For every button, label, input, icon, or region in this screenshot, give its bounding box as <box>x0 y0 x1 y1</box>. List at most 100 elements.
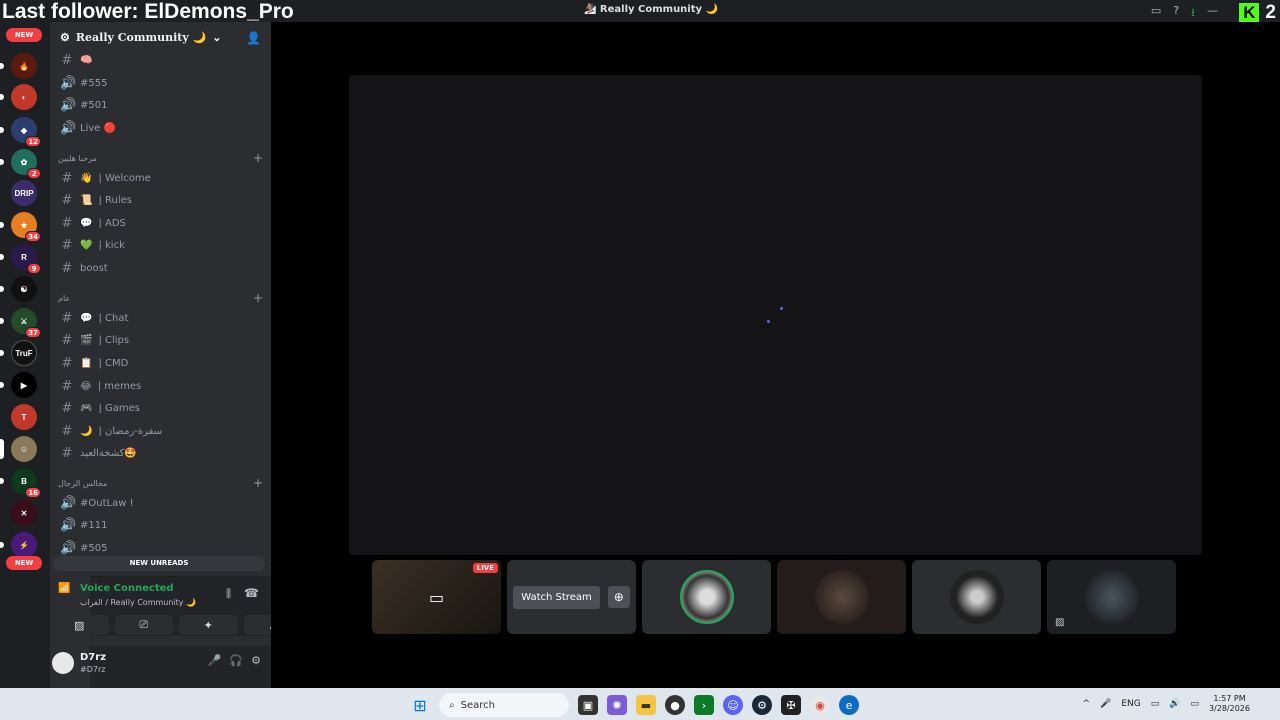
channel-item[interactable]: 🔊 #OutLaw ! <box>58 493 263 513</box>
participant-tile[interactable] <box>777 560 906 634</box>
language-indicator[interactable]: ENG <box>1121 699 1140 709</box>
unread-badge: 34 <box>25 231 41 242</box>
disconnect-icon[interactable]: ☎ <box>244 586 259 600</box>
add-channel-icon[interactable]: + <box>253 152 263 164</box>
chrome-icon[interactable]: ◉ <box>810 695 830 715</box>
microphone-icon[interactable]: 🎤 <box>1100 699 1111 709</box>
guild-avatar: DRIP <box>11 180 37 206</box>
channel-item[interactable]: # boost <box>58 258 263 278</box>
category-header[interactable]: مجالس الرجال + <box>58 477 263 489</box>
activities-button[interactable]: ✦ <box>179 615 238 635</box>
channel-item[interactable]: # 👋 | Welcome <box>58 168 263 188</box>
new-pill-top[interactable]: NEW <box>6 28 42 42</box>
guild-2[interactable]: ◐ <box>0 84 37 110</box>
channel-item[interactable]: 🔊 Live 🔴 <box>58 118 263 138</box>
guild-15[interactable]: ✕ <box>11 500 37 526</box>
channel-item[interactable]: 🔊 #505 <box>58 538 263 558</box>
channel-item[interactable]: # 💬 | ADS <box>58 213 263 233</box>
voice-channel-icon: 🔊 <box>60 120 77 136</box>
channel-item[interactable]: # 📜 | Rules <box>58 190 263 210</box>
channel-label: | سفرة-رمضان <box>98 425 163 437</box>
channel-item[interactable]: # 💬 | Chat <box>58 308 263 328</box>
add-channel-icon[interactable]: + <box>253 292 263 304</box>
channel-item[interactable]: 🔊 #555 <box>58 73 263 93</box>
guild-3[interactable]: ◆ 12 <box>0 117 41 147</box>
screen-share-button[interactable]: ⎚ <box>114 615 173 635</box>
game-app-icon[interactable]: ✠ <box>781 695 801 715</box>
copilot-icon[interactable]: ✺ <box>607 695 627 715</box>
guild-avatar: 🔥 <box>11 53 37 79</box>
unread-badge: 9 <box>27 263 41 274</box>
windows-start-icon[interactable]: ⊞ <box>410 695 430 715</box>
channel-item[interactable]: # كشخةالعيد🤩 <box>58 443 263 463</box>
gear-icon[interactable]: ⚙ <box>251 654 261 667</box>
terminal-icon[interactable]: › <box>694 695 714 715</box>
channel-item[interactable]: # 📋 | CMD <box>58 353 263 373</box>
obs-icon[interactable]: ● <box>665 695 685 715</box>
guild-8[interactable]: ☯ <box>0 276 37 302</box>
discord-icon[interactable]: ☺ <box>723 695 743 715</box>
category-header[interactable]: عام + <box>58 292 263 304</box>
channel-item[interactable]: 🔊 #111 <box>58 515 263 535</box>
screen-share-icon[interactable]: ▭ <box>1151 4 1161 23</box>
unread-badge: 37 <box>25 327 41 338</box>
headphones-icon[interactable]: 🎧 <box>229 654 243 667</box>
edge-icon[interactable]: e <box>839 695 859 715</box>
chevron-up-icon[interactable]: ^ <box>1083 699 1091 709</box>
guild-16[interactable]: ⚡ <box>0 532 37 558</box>
channel-item[interactable]: # 🎬 | Clips <box>58 330 263 350</box>
stream-tile[interactable]: LIVE ▭ <box>372 560 501 634</box>
guild-9[interactable]: ⚔ 37 <box>0 308 41 338</box>
channel-item[interactable]: # 😂 | memes <box>58 376 263 396</box>
minimize-icon[interactable]: — <box>1207 4 1218 23</box>
battery-icon[interactable]: ▭ <box>1190 699 1199 709</box>
participant-tile[interactable]: ▨ <box>1047 560 1176 634</box>
camera-off-button[interactable]: ▨ <box>50 615 109 635</box>
channel-item[interactable]: # 🌙 | سفرة-رمضان <box>58 421 263 441</box>
steam-icon[interactable]: ⚙ <box>752 695 772 715</box>
popout-icon[interactable]: ⊕ <box>607 586 630 608</box>
volume-icon[interactable]: 🔊 <box>1169 699 1180 709</box>
channel-item[interactable]: # 💚 | kick <box>58 235 263 255</box>
avatar[interactable] <box>52 652 74 674</box>
participant-tile[interactable] <box>912 560 1041 634</box>
watch-stream-button[interactable]: Watch Stream <box>513 585 600 609</box>
new-unreads-bar[interactable]: NEW UNREADS <box>53 556 265 571</box>
channel-label: boost <box>80 262 108 274</box>
microphone-icon[interactable]: 🎤 <box>208 654 222 667</box>
guild-11[interactable]: ▶ <box>0 372 37 398</box>
add-channel-icon[interactable]: + <box>253 477 263 489</box>
guild-avatar: ▶ <box>11 372 37 398</box>
guild-14[interactable]: B 16 <box>0 468 41 498</box>
participant-tile[interactable] <box>642 560 771 634</box>
invite-user-icon[interactable]: 👤 <box>246 31 261 45</box>
network-icon[interactable]: ▭ <box>1151 699 1160 709</box>
guild-7[interactable]: R9 <box>0 244 41 274</box>
guild-truf[interactable]: TruF <box>0 340 37 366</box>
channel-item[interactable]: # 🧠 <box>58 50 263 70</box>
channel-label: | Clips <box>98 334 130 346</box>
noise-suppression-icon[interactable]: ⫼ <box>226 587 231 601</box>
download-icon[interactable]: ⭳ <box>1191 4 1195 23</box>
category-header[interactable]: مرحبا هليين + <box>58 152 263 164</box>
guild-4[interactable]: ✿ 2 <box>0 149 41 179</box>
channel-item[interactable]: # 🎮 | Games <box>58 398 263 418</box>
clock[interactable]: 1:57 PM 3/28/2026 <box>1209 694 1250 714</box>
server-header[interactable]: ⚙ Really Community 🌙 ⌄ 👤 <box>50 22 271 52</box>
file-explorer-icon[interactable]: ▬ <box>636 695 656 715</box>
signal-icon[interactable]: 📶 <box>58 583 70 594</box>
guild-zystore[interactable]: 🔥 <box>0 53 37 79</box>
guild-6[interactable]: ★ 34 <box>0 212 41 242</box>
help-icon[interactable]: ? <box>1173 4 1179 23</box>
voice-channel-name[interactable]: الغراب / Really Community 🌙 <box>80 598 196 607</box>
channel-item[interactable]: 🔊 #501 <box>58 95 263 115</box>
guild-12[interactable]: T <box>11 404 37 430</box>
new-pill-bottom[interactable]: NEW <box>6 556 42 570</box>
guild-drip[interactable]: DRIP <box>11 180 37 206</box>
username[interactable]: D7rz <box>80 652 106 663</box>
taskbar-search[interactable]: ⌕ Search <box>439 693 569 717</box>
task-view-icon[interactable]: ▣ <box>578 695 598 715</box>
guild-13[interactable]: ☺ <box>0 436 37 462</box>
stream-viewport[interactable] <box>349 75 1202 555</box>
channel-emoji: 📜 <box>80 194 93 206</box>
